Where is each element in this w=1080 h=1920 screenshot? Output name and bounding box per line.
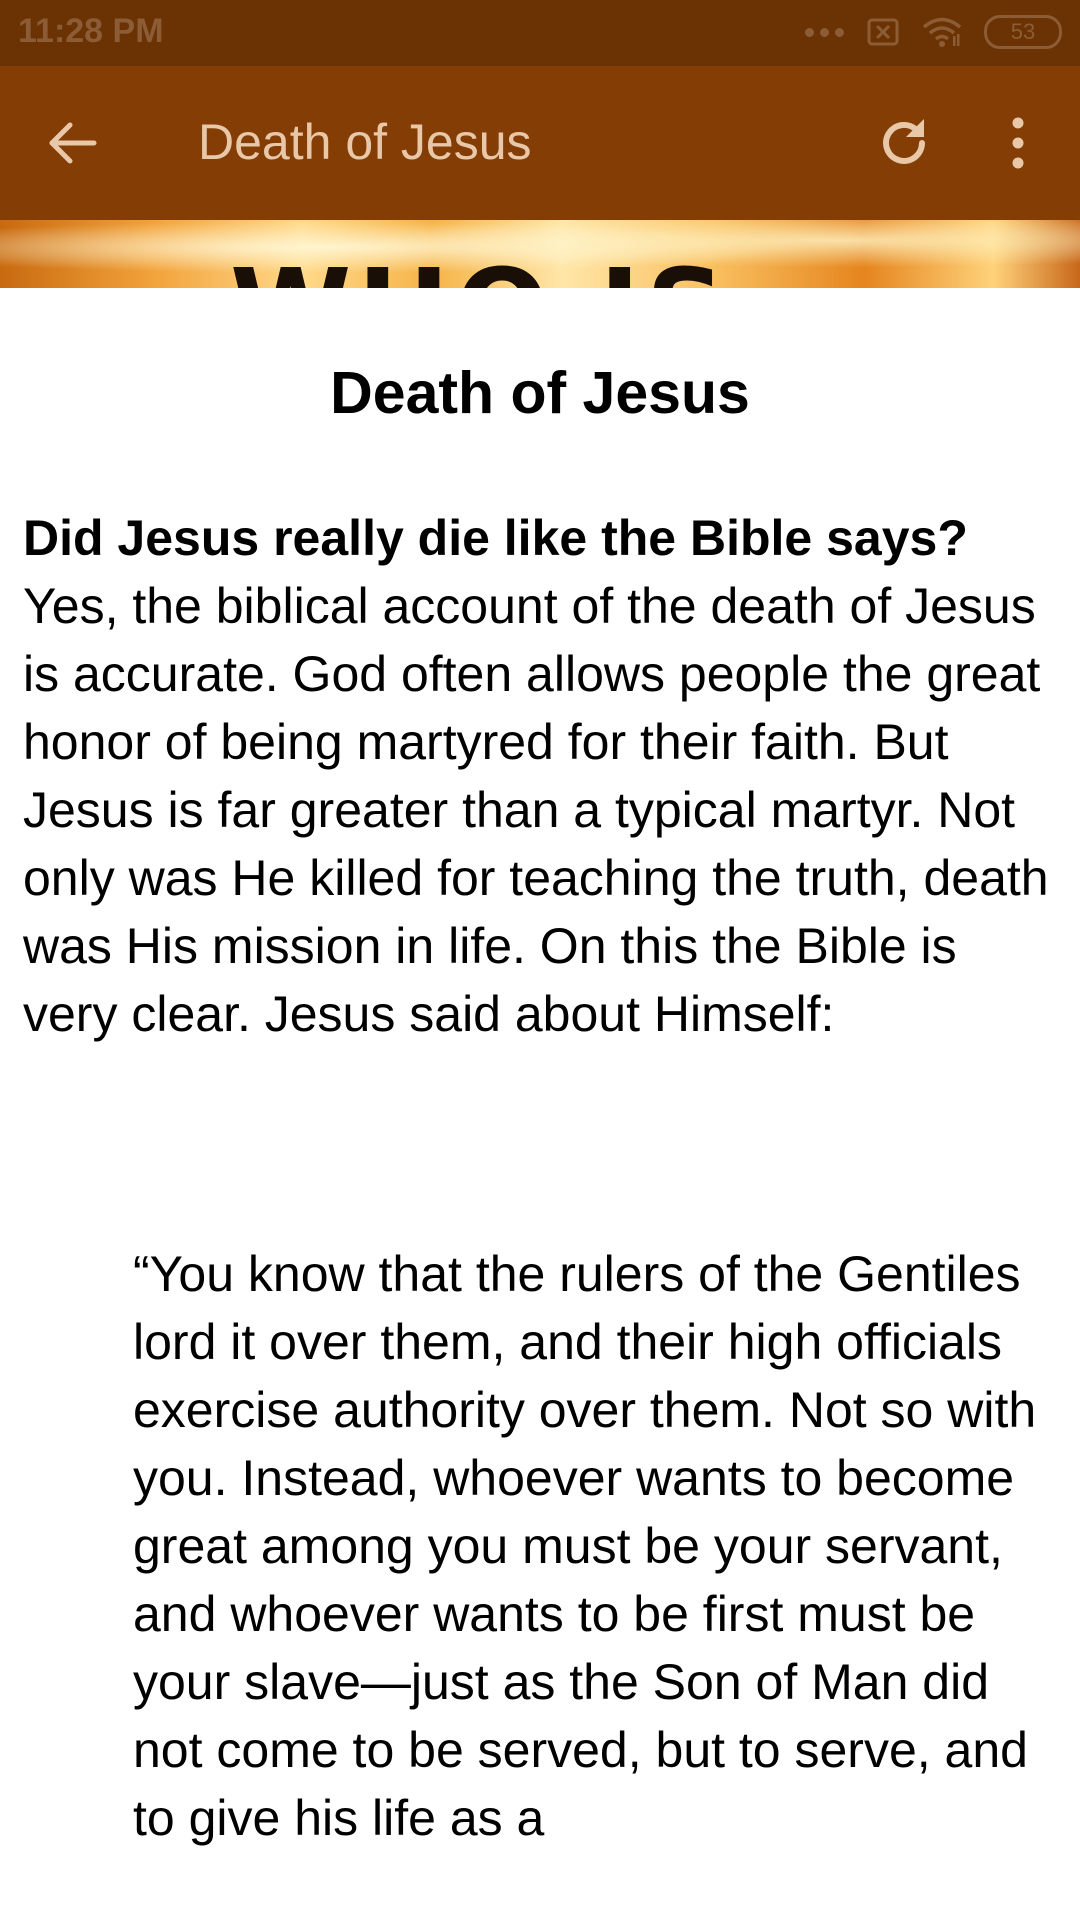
refresh-button[interactable] bbox=[872, 111, 936, 175]
article-question: Did Jesus really die like the Bible says… bbox=[23, 510, 968, 566]
battery-indicator: 53 bbox=[984, 15, 1062, 49]
banner-text: WHO IS bbox=[230, 254, 731, 288]
arrow-left-icon bbox=[49, 122, 97, 164]
back-button[interactable] bbox=[40, 111, 104, 175]
more-horizontal-icon bbox=[805, 27, 844, 37]
app-bar-title: Death of Jesus bbox=[198, 114, 532, 170]
app-bar: Death of Jesus bbox=[0, 66, 1080, 220]
more-vertical-icon bbox=[1012, 117, 1024, 169]
header-banner-image: WHO IS bbox=[0, 220, 1080, 288]
no-sim-icon bbox=[867, 18, 899, 46]
status-icons: 53 bbox=[805, 14, 1062, 50]
article-title: Death of Jesus bbox=[330, 360, 750, 426]
article-paragraph: Yes, the biblical account of the death o… bbox=[23, 578, 1049, 1042]
wifi-icon bbox=[922, 17, 962, 47]
refresh-icon bbox=[883, 119, 925, 164]
status-time: 11:28 PM bbox=[18, 12, 164, 50]
article-quote: “You know that the rulers of the Gentile… bbox=[133, 1246, 1037, 1846]
status-bar: 11:28 PM 53 bbox=[0, 0, 1080, 66]
article-body: Did Jesus really die like the Bible says… bbox=[23, 504, 1063, 1048]
more-options-button[interactable] bbox=[990, 111, 1046, 175]
